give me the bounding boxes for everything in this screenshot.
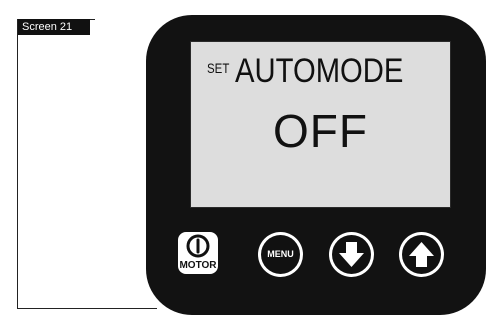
up-button-face: [402, 235, 441, 274]
arrow-up-icon: [409, 242, 434, 267]
menu-button[interactable]: MENU: [258, 232, 303, 277]
arrow-down-icon: [339, 242, 364, 267]
menu-button-face: MENU: [261, 235, 300, 274]
frame-left-border: [17, 19, 18, 309]
lcd-display: SET AUTOMODE OFF: [190, 41, 451, 208]
down-button[interactable]: [329, 232, 374, 277]
lcd-title: AUTOMODE: [234, 52, 404, 90]
motor-button[interactable]: MOTOR: [178, 232, 218, 274]
down-button-face: [332, 235, 371, 274]
lcd-set-prefix: SET: [207, 60, 230, 76]
motor-label: MOTOR: [179, 260, 217, 271]
screen-label: Screen 21: [18, 19, 90, 35]
lcd-value: OFF: [273, 105, 368, 157]
menu-label: MENU: [267, 249, 294, 259]
up-button[interactable]: [399, 232, 444, 277]
lcd-title-row: SET AUTOMODE: [207, 52, 431, 91]
